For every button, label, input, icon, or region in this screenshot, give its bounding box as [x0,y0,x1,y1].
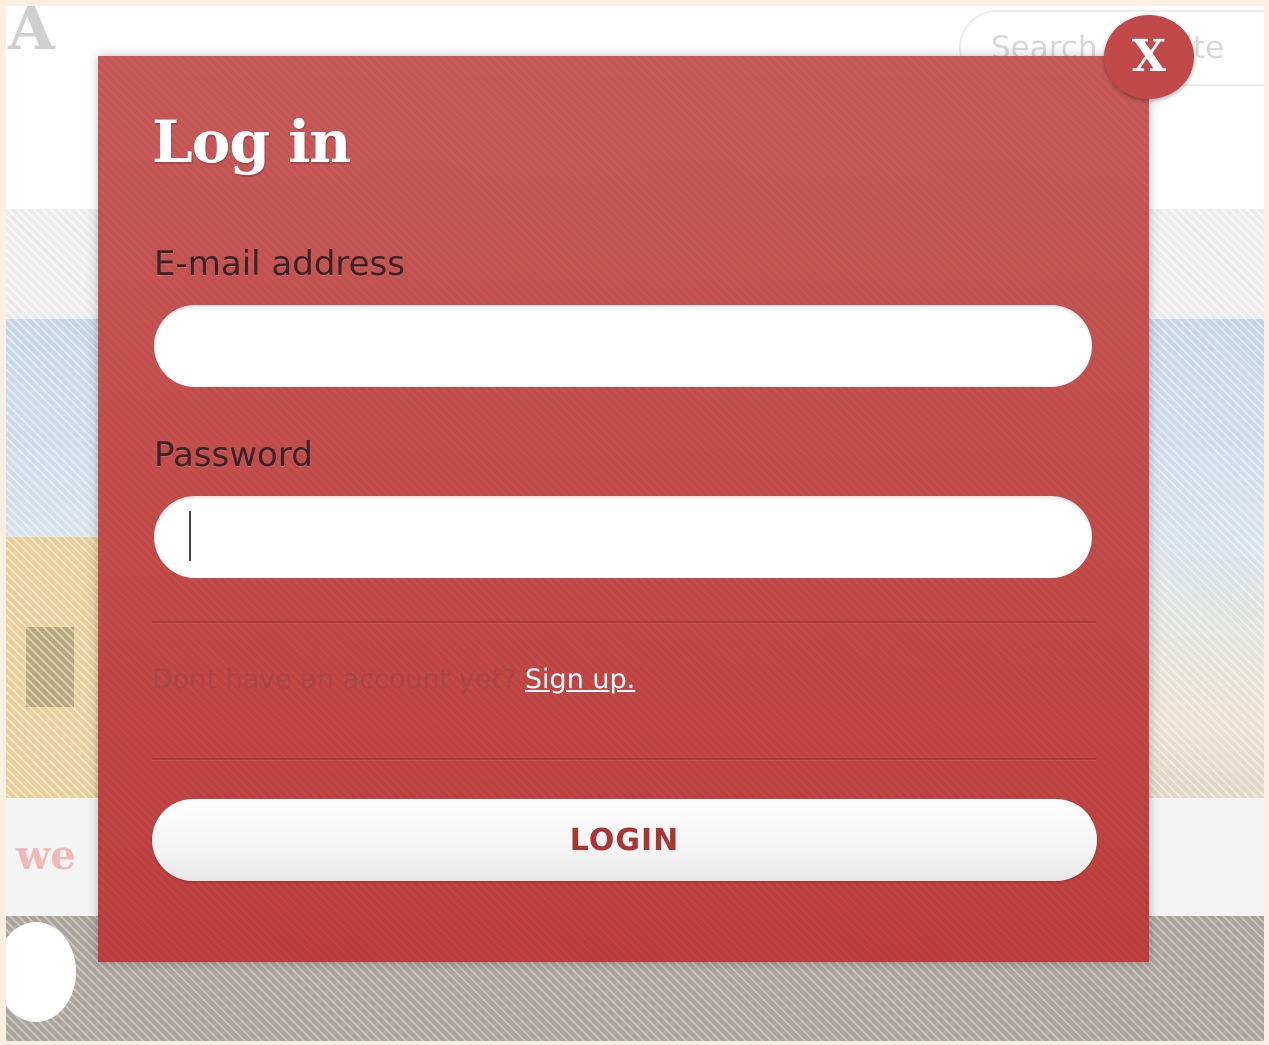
welcome-heading: we [16,832,76,879]
signup-prompt: Dont have an account yet? Sign up. [152,664,635,695]
divider [152,621,1096,624]
site-logo[interactable]: A [8,6,55,64]
password-label: Password [154,435,313,475]
signup-prompt-text: Dont have an account yet? [152,664,517,695]
email-field[interactable] [154,305,1092,387]
text-caret [189,511,191,561]
login-modal: Log in E-mail address Password Dont have… [98,56,1149,962]
login-button[interactable]: LOGIN [152,799,1097,881]
close-button[interactable]: X [1104,15,1194,99]
signup-link[interactable]: Sign up. [525,664,635,695]
close-icon: X [1131,31,1167,82]
divider [152,758,1096,761]
password-field[interactable] [154,496,1092,578]
modal-title: Log in [152,108,351,176]
email-label: E-mail address [154,244,405,284]
